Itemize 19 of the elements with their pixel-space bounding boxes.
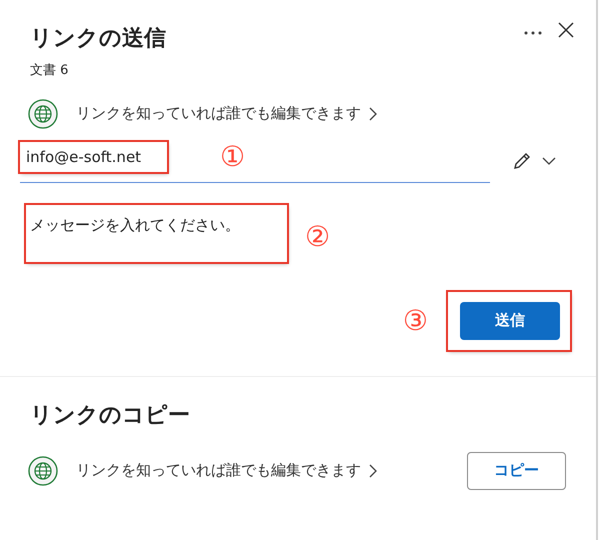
globe-icon	[28, 456, 58, 486]
annotation-number: ③	[402, 306, 428, 334]
annotation-number: ①	[220, 142, 246, 170]
recipient-value: info@e-soft.net	[20, 142, 168, 172]
close-icon[interactable]	[558, 22, 574, 38]
chevron-right-icon	[369, 464, 377, 478]
send-button[interactable]: 送信	[460, 302, 560, 340]
pencil-icon[interactable]	[512, 150, 532, 170]
document-name: 文書 6	[29, 62, 70, 80]
copy-button[interactable]: コピー	[467, 452, 566, 490]
chevron-down-icon[interactable]	[542, 156, 556, 164]
chevron-right-icon	[369, 106, 377, 120]
permission-link[interactable]: リンクを知っていれば誰でも編集できます	[76, 459, 377, 482]
section-title: リンクのコピー	[29, 402, 191, 430]
panel-title: リンクの送信	[30, 25, 166, 53]
globe-icon	[28, 98, 58, 128]
annotation-number: ②	[305, 223, 330, 251]
more-icon[interactable]	[524, 31, 542, 35]
permission-link[interactable]: リンクを知っていれば誰でも編集できます	[76, 102, 377, 125]
